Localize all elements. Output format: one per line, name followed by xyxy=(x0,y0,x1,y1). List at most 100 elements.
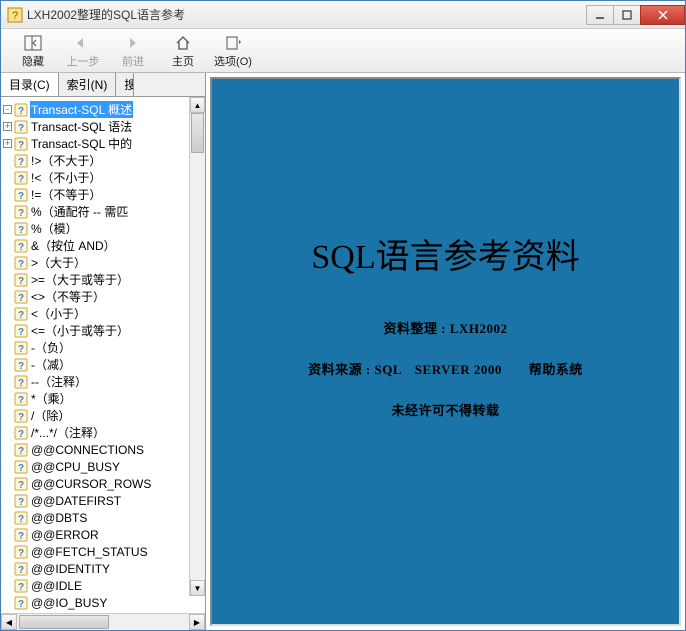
tree-item[interactable]: ?@@CONNECTIONS xyxy=(3,441,189,458)
scroll-right-icon[interactable]: ▶ xyxy=(189,614,205,630)
tree-item-label: !=（不等于） xyxy=(30,186,102,203)
expand-box-icon[interactable]: - xyxy=(3,105,12,114)
tree-item[interactable]: ?/（除） xyxy=(3,407,189,424)
tab-contents[interactable]: 目录(C) xyxy=(1,73,59,96)
svg-text:?: ? xyxy=(18,548,24,559)
help-page-icon: ? xyxy=(14,494,28,508)
tree-item[interactable]: +?Transact-SQL 语法 xyxy=(3,118,189,135)
help-page-icon: ? xyxy=(14,307,28,321)
svg-text:?: ? xyxy=(18,497,24,508)
tree-item-label: <=（小于或等于） xyxy=(30,322,130,339)
tree-item[interactable]: ? %（模） xyxy=(3,220,189,237)
svg-text:?: ? xyxy=(18,191,24,202)
back-button[interactable]: 上一步 xyxy=(61,31,105,71)
svg-text:?: ? xyxy=(18,565,24,576)
hscroll-thumb[interactable] xyxy=(19,615,109,629)
help-page-icon: ? xyxy=(14,154,28,168)
scroll-down-icon[interactable]: ▼ xyxy=(190,580,205,596)
tree-item[interactable]: ?*（乘） xyxy=(3,390,189,407)
tree-item[interactable]: ?--（注释） xyxy=(3,373,189,390)
hide-button[interactable]: 隐藏 xyxy=(11,31,55,71)
tree-item-label: %（模） xyxy=(30,220,79,237)
help-page-icon: ? xyxy=(14,426,28,440)
svg-text:?: ? xyxy=(18,225,24,236)
tree-item-label: @@DATEFIRST xyxy=(30,494,122,508)
tree-item-label: @@ERROR xyxy=(30,528,100,542)
tree-item[interactable]: ?%（通配符 -- 需匹 xyxy=(3,203,189,220)
help-page-icon: ? xyxy=(14,562,28,576)
help-page-icon: ? xyxy=(14,528,28,542)
tree-item[interactable]: ?<=（小于或等于） xyxy=(3,322,189,339)
tree-item[interactable]: ?@@CURSOR_ROWS xyxy=(3,475,189,492)
tree-item[interactable]: ?>=（大于或等于） xyxy=(3,271,189,288)
nav-tabs: 目录(C) 索引(N) 搜 xyxy=(1,73,205,97)
options-label: 选项(O) xyxy=(214,53,252,69)
scroll-thumb[interactable] xyxy=(191,113,204,153)
forward-icon xyxy=(124,33,142,53)
options-button[interactable]: 选项(O) xyxy=(211,31,255,71)
tree-item[interactable]: ?!>（不大于） xyxy=(3,152,189,169)
tree-item[interactable]: ?@@ERROR xyxy=(3,526,189,543)
tree-item[interactable]: ? !=（不等于） xyxy=(3,186,189,203)
tree-item[interactable]: ?@@CPU_BUSY xyxy=(3,458,189,475)
help-page-icon: ? xyxy=(14,137,28,151)
expand-box-icon[interactable]: + xyxy=(3,122,12,131)
help-page-icon: ? xyxy=(14,324,28,338)
titlebar: ? LXH2002整理的SQL语言参考 xyxy=(1,1,685,29)
vertical-scrollbar[interactable]: ▲ ▼ xyxy=(189,97,205,596)
help-page-icon: ? xyxy=(14,358,28,372)
expand-box-icon[interactable]: + xyxy=(3,139,12,148)
svg-text:?: ? xyxy=(12,10,18,22)
horizontal-scrollbar[interactable]: ◀ ▶ xyxy=(1,613,205,630)
help-page-icon: ? xyxy=(14,341,28,355)
tree-item-label: !<（不小于） xyxy=(30,169,102,186)
forward-button[interactable]: 前进 xyxy=(111,31,155,71)
help-page-icon: ? xyxy=(14,443,28,457)
back-icon xyxy=(74,33,92,53)
maximize-button[interactable] xyxy=(613,5,641,25)
tree-item[interactable]: +? Transact-SQL 中的 xyxy=(3,135,189,152)
scroll-up-icon[interactable]: ▲ xyxy=(190,97,205,113)
tree-item[interactable]: ?>（大于） xyxy=(3,254,189,271)
doc-line-author: 资料整理 : LXH2002 xyxy=(383,318,507,337)
svg-text:?: ? xyxy=(18,157,24,168)
tree-item-label: @@DBTS xyxy=(30,511,88,525)
tree-item[interactable]: ?<>（不等于） xyxy=(3,288,189,305)
tree-item[interactable]: ?/*...*/（注释） xyxy=(3,424,189,441)
tree-item[interactable]: ? @@DATEFIRST xyxy=(3,492,189,509)
tree-item-label: Transact-SQL 语法 xyxy=(30,118,133,135)
tree-item-label: Transact-SQL 中的 xyxy=(30,135,133,152)
tree-item[interactable]: ?@@DBTS xyxy=(3,509,189,526)
tree-item[interactable]: ?@@FETCH_STATUS xyxy=(3,543,189,560)
help-page-icon: ? xyxy=(14,460,28,474)
home-button[interactable]: 主页 xyxy=(161,31,205,71)
tree-item-label: @@CURSOR_ROWS xyxy=(30,477,152,491)
scroll-track[interactable] xyxy=(190,113,205,580)
tree-item[interactable]: ?<（小于） xyxy=(3,305,189,322)
tree-item[interactable]: ?@@IDENTITY xyxy=(3,560,189,577)
tab-search[interactable]: 搜 xyxy=(116,73,134,96)
help-page-icon: ? xyxy=(14,290,28,304)
tree-item[interactable]: ?@@IDLE xyxy=(3,577,189,594)
tree-item[interactable]: ?-（减） xyxy=(3,356,189,373)
content-pane: SQL语言参考资料 资料整理 : LXH2002 资料来源 : SQL SERV… xyxy=(206,73,685,630)
tab-index[interactable]: 索引(N) xyxy=(59,73,117,96)
doc-title: SQL语言参考资料 xyxy=(311,229,579,278)
back-label: 上一步 xyxy=(67,53,100,69)
tree-item[interactable]: -?Transact-SQL 概述 xyxy=(3,101,189,118)
hscroll-track[interactable] xyxy=(17,614,189,630)
home-icon xyxy=(174,33,192,53)
svg-text:?: ? xyxy=(18,140,24,151)
tree-item-label: <（小于） xyxy=(30,305,87,322)
doc-line-source: 资料来源 : SQL SERVER 2000 帮助系统 xyxy=(308,359,583,378)
tree-item[interactable]: ?&（按位 AND） xyxy=(3,237,189,254)
minimize-button[interactable] xyxy=(586,5,614,25)
tree-item[interactable]: ?@@IO_BUSY xyxy=(3,594,189,611)
close-button[interactable] xyxy=(640,5,685,25)
tree-item[interactable]: ?!<（不小于） xyxy=(3,169,189,186)
svg-text:?: ? xyxy=(18,293,24,304)
help-page-icon: ? xyxy=(14,171,28,185)
tree-item[interactable]: ?-（负） xyxy=(3,339,189,356)
help-page-icon: ? xyxy=(14,205,28,219)
scroll-left-icon[interactable]: ◀ xyxy=(1,614,17,630)
